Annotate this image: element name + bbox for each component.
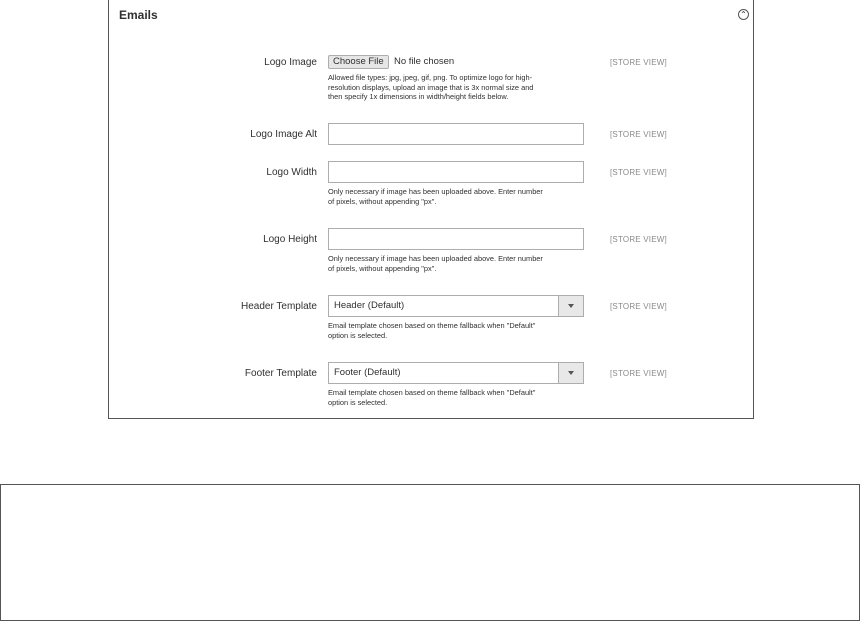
note-line: then specify 1x dimensions in width/heig… [328,92,509,101]
select-value: Footer (Default) [334,367,401,378]
logo-height-note: Only necessary if image has been uploade… [328,254,588,273]
chevron-down-icon [568,304,574,308]
logo-image-alt-input[interactable] [328,123,584,145]
note-line: option is selected. [328,330,388,340]
section-title: Emails [119,8,158,22]
choose-file-button[interactable]: Choose File [328,55,389,69]
note-line: of pixels, without appending "px". [328,196,437,206]
scope-label: [STORE VIEW] [610,235,667,244]
logo-image-label: Logo Image [264,57,317,68]
dropdown-button[interactable] [558,363,583,383]
header-template-note: Email template chosen based on theme fal… [328,321,588,340]
logo-image-alt-label: Logo Image Alt [250,129,317,140]
scope-label: [STORE VIEW] [610,58,667,67]
header-template-select[interactable]: Header (Default) [328,295,584,317]
note-line: Only necessary if image has been uploade… [328,187,543,196]
note-line: Only necessary if image has been uploade… [328,254,543,263]
scope-label: [STORE VIEW] [610,130,667,139]
note-line: Allowed file types: jpg, jpeg, gif, png.… [328,73,533,82]
collapse-icon[interactable]: ⌃ [738,9,749,20]
footer-template-note: Email template chosen based on theme fal… [328,388,588,407]
emails-section-panel: Emails ⌃ Logo Image Choose File No file … [108,0,754,419]
logo-height-label: Logo Height [263,234,317,245]
footer-template-select[interactable]: Footer (Default) [328,362,584,384]
header-template-label: Header Template [241,301,317,312]
note-line: Email template chosen based on theme fal… [328,321,536,330]
note-line: resolution displays, upload an image tha… [328,82,534,92]
logo-width-input[interactable] [328,161,584,183]
dropdown-button[interactable] [558,296,583,316]
empty-content-box [0,484,860,621]
footer-template-label: Footer Template [244,368,317,379]
note-line: Email template chosen based on theme fal… [328,388,536,397]
file-status: No file chosen [394,56,455,67]
note-line: of pixels, without appending "px". [328,263,437,273]
scope-label: [STORE VIEW] [610,369,667,378]
scope-label: [STORE VIEW] [610,302,667,311]
select-value: Header (Default) [334,300,405,311]
logo-image-note: Allowed file types: jpg, jpeg, gif, png.… [328,73,588,102]
note-line: option is selected. [328,397,388,407]
logo-width-label: Logo Width [266,167,317,178]
logo-height-input[interactable] [328,228,584,250]
chevron-down-icon [568,371,574,375]
logo-width-note: Only necessary if image has been uploade… [328,187,588,206]
scope-label: [STORE VIEW] [610,168,667,177]
